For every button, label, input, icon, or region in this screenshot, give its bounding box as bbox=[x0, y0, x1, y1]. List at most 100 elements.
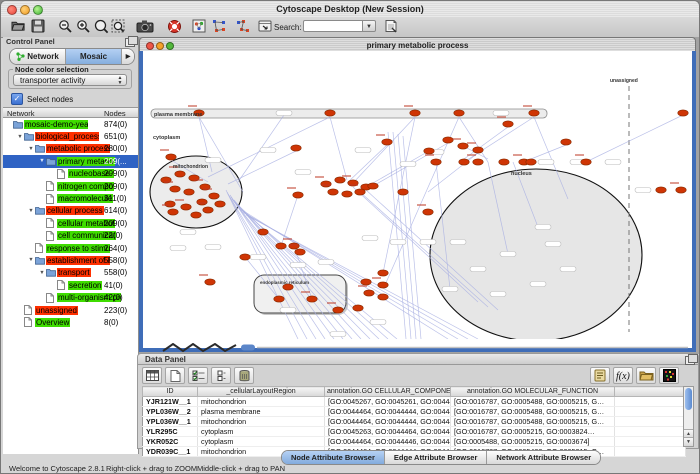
tab-network[interactable]: Network bbox=[10, 49, 66, 64]
tree-row-transport[interactable]: ▼transport558(0) bbox=[3, 267, 138, 279]
scrollbar-thumb[interactable] bbox=[685, 388, 692, 410]
graph-node[interactable] bbox=[424, 148, 434, 154]
table-cell[interactable]: [GO:0045263, GO:0044464, GO:0044455, G… bbox=[325, 427, 451, 437]
unselect-attributes-icon[interactable] bbox=[211, 367, 231, 384]
network-window-titlebar[interactable]: primary metabolic process bbox=[139, 37, 696, 51]
table-row[interactable]: YKR052Ccytoplasm[GO:0044464, GO:0044446,… bbox=[143, 437, 686, 447]
tab-edge-attribute-browser[interactable]: Edge Attribute Browser bbox=[385, 451, 487, 464]
graph-node[interactable] bbox=[335, 177, 345, 183]
table-cell[interactable]: [GO:0044464, GO:0044444, GO:0044425, G… bbox=[325, 417, 451, 427]
graph-node[interactable] bbox=[240, 254, 250, 260]
graph-node[interactable] bbox=[561, 139, 571, 145]
graph-node[interactable] bbox=[443, 137, 453, 143]
graph-node[interactable] bbox=[274, 296, 284, 302]
graph-node[interactable] bbox=[209, 193, 219, 199]
table-cell[interactable]: [GO:0044464, GO:0044444, GO:0044425, G… bbox=[325, 407, 451, 417]
graph-node[interactable] bbox=[361, 279, 371, 285]
table-cell[interactable]: YJR121W__1 bbox=[143, 397, 198, 407]
table-cell[interactable]: mitochondrion bbox=[198, 397, 325, 407]
graph-node[interactable] bbox=[473, 159, 483, 165]
graph-node[interactable] bbox=[168, 209, 178, 215]
graph-node[interactable] bbox=[378, 270, 388, 276]
graph-node[interactable] bbox=[342, 191, 352, 197]
expander-icon[interactable]: ▼ bbox=[38, 270, 46, 276]
tree-row-multi-organism-pro[interactable]: multi-organism pro42(0) bbox=[3, 291, 138, 303]
graph-node[interactable] bbox=[205, 279, 215, 285]
layout-a-icon[interactable] bbox=[212, 19, 228, 35]
table-cell[interactable]: [GO:0045267, GO:0045261, GO:0044464, G… bbox=[325, 397, 451, 407]
graph-node[interactable] bbox=[398, 189, 408, 195]
table-cell[interactable]: cytoplasm bbox=[198, 427, 325, 437]
table-row[interactable]: YPL036W__1mitochondrion[GO:0044464, GO:0… bbox=[143, 417, 686, 427]
table-cell[interactable]: [GO:0005488, GO:0005215, GO:0003674] bbox=[451, 437, 615, 447]
graph-node[interactable] bbox=[459, 159, 469, 165]
table-cell[interactable]: YKR052C bbox=[143, 437, 198, 447]
graph-node[interactable] bbox=[355, 189, 365, 195]
table-cell[interactable]: cytoplasm bbox=[198, 437, 325, 447]
layout-b-icon[interactable] bbox=[236, 19, 252, 35]
column-header[interactable]: _cellularLayoutRegion bbox=[198, 387, 325, 397]
graph-node[interactable] bbox=[382, 139, 392, 145]
graph-node[interactable] bbox=[184, 189, 194, 195]
graph-node[interactable] bbox=[276, 243, 286, 249]
import-list-icon[interactable] bbox=[590, 367, 610, 384]
function-builder-icon[interactable]: f(x) bbox=[613, 367, 633, 384]
region-plasma-membrane[interactable] bbox=[151, 109, 547, 118]
help-icon[interactable] bbox=[167, 19, 183, 35]
graph-node[interactable] bbox=[526, 159, 536, 165]
graph-node[interactable] bbox=[458, 143, 468, 149]
expander-icon[interactable]: ▼ bbox=[27, 257, 35, 263]
graph-node[interactable] bbox=[581, 159, 591, 165]
tree-row-nucleobase-[interactable]: nucleobase-209(0) bbox=[3, 168, 138, 180]
select-attributes-icon[interactable] bbox=[188, 367, 208, 384]
column-header[interactable]: annotation.GO CELLULAR_COMPONENT bbox=[325, 387, 451, 397]
tree-row-unassigned[interactable]: unassigned223(0) bbox=[3, 304, 138, 316]
graph-node[interactable] bbox=[295, 249, 305, 255]
horizontal-scrollbar-thumb[interactable] bbox=[241, 345, 255, 351]
select-nodes-checkbox[interactable]: ✓ Select nodes bbox=[11, 93, 73, 105]
graph-node[interactable] bbox=[503, 121, 513, 127]
zoom-out-icon[interactable] bbox=[58, 19, 74, 35]
graph-node[interactable] bbox=[293, 192, 303, 198]
tab-node-attribute-browser[interactable]: Node Attribute Browser bbox=[282, 451, 385, 464]
table-row[interactable]: YJR121W__1mitochondrion[GO:0045267, GO:0… bbox=[143, 397, 686, 407]
new-attribute-icon[interactable] bbox=[165, 367, 185, 384]
zoom-in-icon[interactable] bbox=[76, 19, 92, 35]
import-folder-icon[interactable] bbox=[636, 367, 656, 384]
graph-node[interactable] bbox=[378, 294, 388, 300]
attribute-browser-icon[interactable] bbox=[258, 19, 274, 35]
graph-node[interactable] bbox=[656, 187, 666, 193]
network-canvas[interactable]: plasma membranecytoplasmmitochondrionnuc… bbox=[143, 51, 692, 339]
graph-node[interactable] bbox=[368, 183, 378, 189]
tree-row-biological-process[interactable]: ▼biological_process651(0) bbox=[3, 130, 138, 142]
float-data-panel-icon[interactable] bbox=[685, 356, 695, 365]
graph-node[interactable] bbox=[328, 189, 338, 195]
matrix-icon[interactable] bbox=[659, 367, 679, 384]
expander-icon[interactable]: ▼ bbox=[27, 146, 35, 152]
graph-node[interactable] bbox=[410, 110, 420, 116]
graph-node[interactable] bbox=[170, 186, 180, 192]
graph-node[interactable] bbox=[353, 305, 363, 311]
search-dropdown-arrow-icon[interactable]: ▼ bbox=[363, 20, 376, 32]
tree-row-primary-metabo[interactable]: ▼primary metabo209(... bbox=[3, 155, 138, 167]
expander-icon[interactable]: ▼ bbox=[27, 208, 35, 214]
attribute-grid-icon[interactable] bbox=[142, 367, 162, 384]
search-index-icon[interactable] bbox=[384, 19, 400, 35]
table-cell[interactable]: YLR295C bbox=[143, 427, 198, 437]
tree-row-mosaic-demo-yeast[interactable]: mosaic-demo-yeast874(0) bbox=[3, 118, 138, 130]
zoom-selected-icon[interactable] bbox=[111, 19, 127, 35]
table-cell[interactable]: plasma membrane bbox=[198, 407, 325, 417]
graph-node[interactable] bbox=[291, 145, 301, 151]
graph-node[interactable] bbox=[473, 147, 483, 153]
tree-row-secretion[interactable]: secretion41(0) bbox=[3, 279, 138, 291]
column-header[interactable]: ID bbox=[143, 387, 198, 397]
table-cell[interactable]: YPL036W__2 bbox=[143, 407, 198, 417]
delete-attribute-icon[interactable] bbox=[234, 367, 254, 384]
table-cell[interactable]: YDR039C__1 bbox=[143, 447, 198, 457]
table-cell[interactable]: [GO:0016787, GO:0005488, GO:0005215, G… bbox=[451, 407, 615, 417]
table-row[interactable]: YPL036W__2plasma membrane[GO:0044464, GO… bbox=[143, 407, 686, 417]
graph-node[interactable] bbox=[454, 110, 464, 116]
graph-node[interactable] bbox=[203, 207, 213, 213]
graph-node[interactable] bbox=[191, 212, 201, 218]
table-cell[interactable]: [GO:0044464, GO:0044446, GO:0044444, G… bbox=[325, 437, 451, 447]
